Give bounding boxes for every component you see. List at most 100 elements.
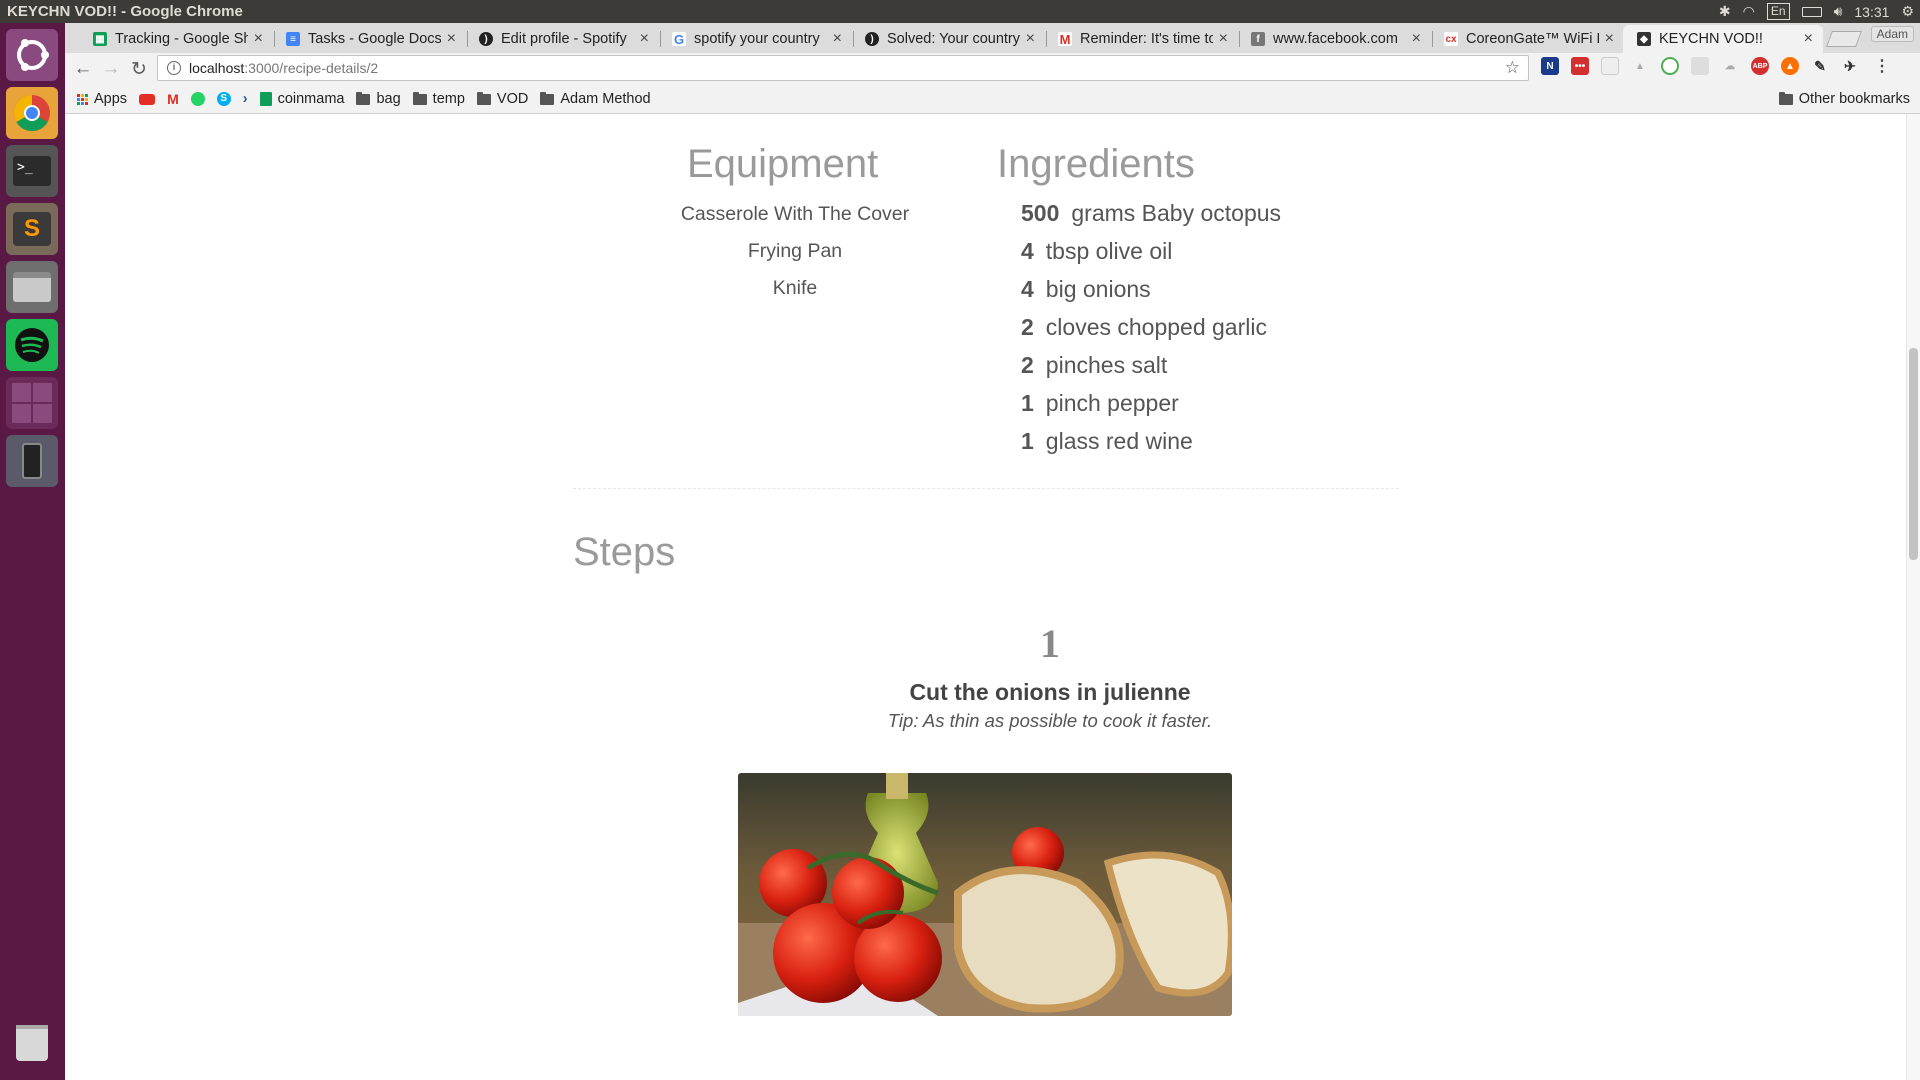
bookmark-apps[interactable]: Apps bbox=[77, 91, 127, 107]
tab-label: Tracking - Google Sheets bbox=[115, 31, 248, 47]
bookmark-gmail[interactable]: M bbox=[167, 91, 179, 107]
bookmark-arrow[interactable]: › bbox=[243, 91, 248, 107]
tab-spotify-search[interactable]: G spotify your country × bbox=[658, 25, 852, 53]
sheets-icon bbox=[259, 92, 272, 106]
ingredient-item: 1 pinch pepper bbox=[1021, 384, 1441, 422]
profile-badge[interactable]: Adam bbox=[1870, 26, 1914, 42]
arrow-icon: › bbox=[242, 91, 248, 107]
scrollbar-thumb[interactable] bbox=[1909, 348, 1918, 560]
bookmark-folder-adam-method[interactable]: Adam Method bbox=[540, 91, 651, 107]
clock[interactable]: 13:31 bbox=[1854, 4, 1889, 20]
close-icon[interactable]: × bbox=[447, 30, 456, 48]
fire-extension-icon[interactable]: ▲ bbox=[1781, 57, 1799, 75]
close-icon[interactable]: × bbox=[640, 30, 649, 48]
spotify-icon: ) bbox=[479, 32, 493, 46]
close-icon[interactable]: × bbox=[254, 30, 263, 48]
tab-label: Solved: Your country bbox=[887, 31, 1020, 47]
info-icon[interactable]: i bbox=[167, 61, 181, 75]
tab-label: Edit profile - Spotify bbox=[501, 31, 627, 47]
chrome-icon[interactable] bbox=[6, 87, 58, 139]
other-bookmarks-label: Other bookmarks bbox=[1798, 91, 1910, 107]
tab-tasks[interactable]: ≡ Tasks - Google Docs × bbox=[272, 25, 466, 53]
keyboard-language-indicator[interactable]: En bbox=[1766, 3, 1790, 20]
close-icon[interactable]: × bbox=[1219, 30, 1228, 48]
workspaces-icon[interactable] bbox=[6, 377, 58, 429]
bookmark-folder-vod[interactable]: VOD bbox=[476, 91, 528, 107]
wifi-icon[interactable]: ◠ bbox=[1743, 3, 1755, 20]
launcher: >_ S bbox=[0, 23, 65, 1080]
equipment-item: Frying Pan bbox=[747, 240, 843, 262]
coreongate-icon: cx bbox=[1444, 32, 1458, 46]
ingredient-text: grams Baby octopus bbox=[1071, 200, 1282, 226]
close-icon[interactable]: × bbox=[1804, 30, 1813, 48]
skype-icon: S bbox=[216, 92, 231, 106]
adblock-plus-icon[interactable]: ABP bbox=[1751, 57, 1769, 75]
url-host: localhost bbox=[189, 60, 245, 76]
tab-edit-profile-spotify[interactable]: ) Edit profile - Spotify × bbox=[465, 25, 659, 53]
bookmark-label: bag bbox=[376, 91, 401, 107]
red-extension-icon[interactable]: ••• bbox=[1571, 57, 1589, 75]
tab-label: KEYCHN VOD!! bbox=[1659, 31, 1763, 47]
tab-tracking[interactable]: ▦ Tracking - Google Sheets × bbox=[79, 25, 273, 53]
sublime-text-icon[interactable]: S bbox=[6, 203, 58, 255]
other-bookmarks[interactable]: Other bookmarks bbox=[1778, 91, 1910, 107]
close-icon[interactable]: × bbox=[833, 30, 842, 48]
facebook-icon: f bbox=[1251, 32, 1265, 46]
equipment-heading: Equipment bbox=[687, 142, 879, 186]
reload-icon[interactable]: ↻ bbox=[125, 55, 153, 83]
forward-arrow-icon: → bbox=[101, 58, 121, 79]
n-extension-icon[interactable]: N bbox=[1541, 57, 1559, 75]
tab-solved[interactable]: ) Solved: Your country × bbox=[851, 25, 1045, 53]
gray-extension-icon[interactable]: ▲ bbox=[1631, 57, 1649, 75]
close-icon[interactable]: × bbox=[1412, 30, 1421, 48]
tab-label: Tasks - Google Docs bbox=[308, 31, 441, 47]
bookmark-youtube[interactable] bbox=[139, 93, 156, 105]
gmail-icon: M bbox=[1058, 31, 1072, 47]
ingredient-quantity: 1 bbox=[1021, 390, 1034, 416]
tab-coreongate[interactable]: cx CoreonGate™ WiFi L × bbox=[1430, 25, 1624, 53]
battery-icon[interactable] bbox=[1801, 6, 1822, 17]
rocket-extension-icon[interactable]: ✈ bbox=[1841, 57, 1859, 75]
volume-icon[interactable]: 🔊︎ bbox=[1834, 3, 1843, 20]
os-top-bar: KEYCHN VOD!! - Google Chrome ✱ ◠ En 🔊︎ 1… bbox=[0, 0, 1920, 23]
blank-extension-icon[interactable] bbox=[1601, 57, 1619, 75]
chrome-menu-icon[interactable]: ⋮ bbox=[1873, 57, 1891, 75]
page-scrollbar[interactable] bbox=[1906, 114, 1920, 1080]
trash-icon[interactable] bbox=[6, 1017, 58, 1069]
address-bar[interactable]: i localhost:3000/recipe-details/2 ☆ bbox=[157, 55, 1529, 81]
system-tray: ✱ ◠ En 🔊︎ 13:31 ⚙ bbox=[1719, 3, 1914, 20]
close-icon[interactable]: × bbox=[1605, 30, 1614, 48]
close-icon[interactable]: × bbox=[1026, 30, 1035, 48]
ingredient-quantity: 4 bbox=[1021, 276, 1034, 302]
bookmark-coinmama[interactable]: coinmama bbox=[259, 91, 344, 107]
ubuntu-dash-icon[interactable] bbox=[6, 29, 58, 81]
tab-facebook[interactable]: f www.facebook.com × bbox=[1237, 25, 1431, 53]
grid-extension-icon[interactable] bbox=[1691, 57, 1709, 75]
cloud-extension-icon[interactable]: ☁ bbox=[1721, 57, 1739, 75]
files-icon[interactable] bbox=[6, 261, 58, 313]
bookmark-star-icon[interactable]: ☆ bbox=[1505, 58, 1520, 78]
settings-gear-icon[interactable]: ⚙ bbox=[1901, 3, 1914, 20]
tab-keychn-vod[interactable]: ◆ KEYCHN VOD!! × bbox=[1623, 25, 1823, 53]
bookmark-folder-temp[interactable]: temp bbox=[412, 91, 465, 107]
phone-icon[interactable] bbox=[6, 435, 58, 487]
bookmark-skype[interactable]: S bbox=[216, 92, 231, 106]
folder-icon bbox=[1778, 91, 1793, 105]
ingredient-text: big onions bbox=[1045, 276, 1151, 302]
bluetooth-icon[interactable]: ✱ bbox=[1719, 3, 1731, 20]
pen-extension-icon[interactable]: ✎ bbox=[1811, 57, 1829, 75]
folder-icon bbox=[540, 91, 555, 105]
new-tab-button[interactable] bbox=[1826, 31, 1862, 47]
folder-icon bbox=[476, 91, 491, 105]
green-extension-icon[interactable] bbox=[1661, 57, 1679, 75]
ingredient-item: 2 pinches salt bbox=[1021, 346, 1441, 384]
back-arrow-icon[interactable]: ← bbox=[69, 55, 97, 83]
ingredient-item: 1 glass red wine bbox=[1021, 422, 1441, 460]
terminal-icon[interactable]: >_ bbox=[6, 145, 58, 197]
spotify-icon[interactable] bbox=[6, 319, 58, 371]
tab-reminder[interactable]: M Reminder: It's time to × bbox=[1044, 25, 1238, 53]
bookmark-whatsapp[interactable] bbox=[190, 92, 205, 106]
bookmark-folder-bag[interactable]: bag bbox=[356, 91, 401, 107]
step-tip: Tip: As thin as possible to cook it fast… bbox=[887, 710, 1213, 731]
bookmark-label: Adam Method bbox=[560, 91, 651, 107]
